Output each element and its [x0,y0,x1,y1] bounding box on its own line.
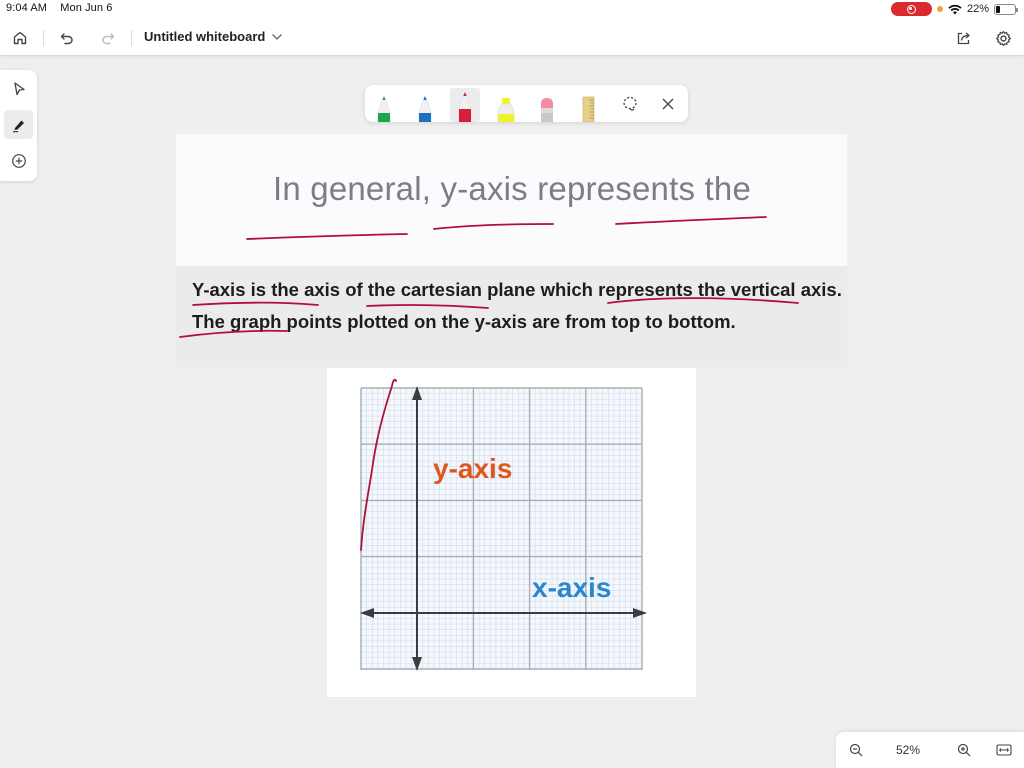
redo-icon [102,33,115,45]
ruler-icon [582,96,595,122]
wifi-icon [948,4,962,14]
battery-fill [996,5,1000,13]
blue-pen-icon [418,96,432,122]
record-icon [906,4,916,14]
undo-icon [60,33,73,45]
answer-card: Y-axis is the axis of the cartesian plan… [176,266,847,367]
status-time: 9:04 AM Mon Jun 6 [6,2,122,14]
fit-width-icon [996,744,1012,756]
minor-grid [361,388,642,670]
zoom-out-button[interactable] [844,738,868,762]
highlighter-icon [497,98,515,122]
green-pen-button[interactable] [369,88,399,122]
undo-button[interactable] [55,26,79,50]
eraser-button[interactable] [532,88,562,122]
share-button[interactable] [952,26,976,50]
status-indicators: 22% [890,2,1018,16]
green-pen-icon [377,96,391,122]
battery-icon [994,3,1018,15]
zoom-in-button[interactable] [952,738,976,762]
lasso-button[interactable] [615,91,645,117]
ruler-button[interactable] [573,88,603,122]
date: Mon Jun 6 [60,2,113,14]
zoom-level: 52% [896,743,921,757]
zoom-out-icon [849,743,863,757]
home-icon [13,31,27,45]
close-icon [662,98,674,110]
gear-icon [995,30,1011,46]
screen-recording-indicator[interactable] [890,2,932,16]
lasso-icon [623,96,637,111]
red-pen-button[interactable] [450,88,480,122]
separator [43,30,44,46]
plus-circle-icon [11,153,26,168]
battery-percent: 22% [966,3,989,15]
home-button[interactable] [8,26,32,50]
pen-toolbar [365,85,688,122]
chevron-down-icon [272,33,283,40]
separator [131,30,132,46]
answer-text: Y-axis is the axis of the cartesian plan… [192,279,842,332]
share-icon [957,32,970,45]
zoom-in-icon [957,743,971,757]
mic-indicator-icon [936,6,943,12]
whiteboard-title: Untitled whiteboard [144,29,266,44]
fit-width-button[interactable] [992,738,1016,762]
eraser-icon [541,98,553,122]
clock: 9:04 AM [6,2,48,14]
pen-icon [12,120,24,132]
settings-button[interactable] [991,26,1015,50]
zoom-controls: 52% [836,732,1024,768]
select-tool-button[interactable] [4,74,33,103]
y-axis-label: y-axis [433,453,512,484]
pen-tool-button[interactable] [4,110,33,139]
yellow-highlighter-button[interactable] [491,88,521,122]
pointer-icon [13,81,25,95]
coordinate-plane: y-axis x-axis [360,386,647,671]
graph-image: y-axis x-axis [327,368,696,697]
x-axis-label: x-axis [532,572,611,603]
close-toolbar-button[interactable] [653,91,683,117]
question-text: In general, y-axis represents the [272,170,751,207]
whiteboard-title-menu[interactable]: Untitled whiteboard [144,29,283,44]
blue-pen-button[interactable] [410,88,440,122]
top-bar: 9:04 AM Mon Jun 6 22% Untitled whiteboar… [0,0,1024,56]
left-toolbar [0,70,37,181]
redo-button[interactable] [96,26,120,50]
red-pen-icon [458,92,472,122]
